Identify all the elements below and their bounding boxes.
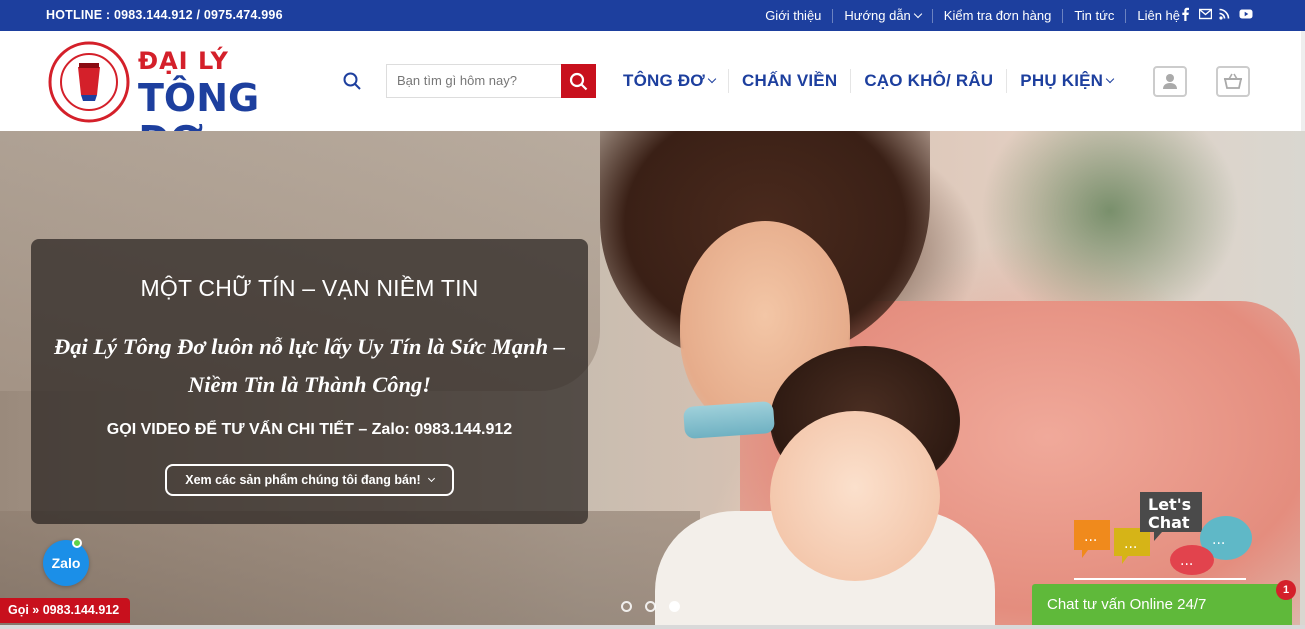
hero-title: MỘT CHỮ TÍN – VẠN NIỀM TIN [140,275,479,301]
logo-line1: ĐẠI LÝ [138,47,229,75]
email-icon[interactable] [1198,7,1213,21]
top-link-gioi-thieu[interactable]: Giới thiệu [754,8,832,23]
hero-photo-baby-face [770,411,940,581]
svg-text:...: ... [1212,532,1225,548]
hero-subtitle: Đại Lý Tông Đơ luôn nỗ lực lấy Uy Tín là… [54,334,565,397]
basket-icon [1223,73,1243,89]
top-link-kiem-tra[interactable]: Kiểm tra đơn hàng [931,8,1063,23]
top-link-huong-dan-label: Hướng dẫn [844,7,911,23]
top-links: Giới thiệu Hướng dẫn Kiểm tra đơn hàng T… [754,0,1191,31]
zalo-button[interactable]: Zalo [43,540,89,586]
nav-cao-kho-rau[interactable]: CẠO KHÔ/ RÂU [850,69,1006,93]
lets-chat-line1: Let's [1148,495,1191,514]
user-icon [1163,74,1177,89]
nav-phu-kien[interactable]: PHỤ KIỆN [1006,69,1126,93]
slider-dots [621,601,680,612]
chevron-down-icon [427,474,435,483]
svg-text:...: ... [1084,529,1097,545]
cart-button[interactable] [1216,66,1250,97]
chevron-down-icon [707,74,717,84]
top-link-tin-tuc[interactable]: Tin tức [1062,8,1125,23]
slider-dot-2[interactable] [645,601,656,612]
lets-chat-line2: Chat [1148,513,1190,532]
nav-chan-vien[interactable]: CHẤN VIỀN [728,69,850,93]
svg-text:...: ... [1124,536,1137,552]
logo-badge-icon [48,41,130,123]
main-nav: TÔNG ĐƠ CHẤN VIỀN CẠO KHÔ/ RÂU PHỤ KIỆN [610,69,1126,93]
hero-call-text: GỌI VIDEO ĐỂ TƯ VẤN CHI TIẾT – Zalo: 098… [106,421,513,438]
chevron-down-icon [1105,74,1115,84]
view-products-button[interactable]: Xem các sản phẩm chúng tôi đang bán! [165,464,454,496]
chevron-down-icon [913,9,923,18]
hero-overlay-box: MỘT CHỮ TÍN – VẠN NIỀM TIN Đại Lý Tông Đ… [31,239,588,524]
search-input[interactable]: Bạn tìm gì hôm nay? [386,64,562,98]
nav-tong-do-label: TÔNG ĐƠ [623,71,706,90]
social-icons [1179,7,1253,21]
top-bar: HOTLINE : 0983.144.912 / 0975.474.996 Gi… [0,0,1305,31]
hero-photo-clipper [682,400,776,440]
zalo-online-dot [72,538,82,548]
svg-text:...: ... [1180,553,1193,569]
lets-chat-bubbles-icon[interactable]: ... ... Let's Chat ... ... [1070,488,1260,584]
view-products-label: Xem các sản phẩm chúng tôi đang bán! [185,473,421,487]
youtube-icon[interactable] [1239,7,1253,21]
nav-tong-do[interactable]: TÔNG ĐƠ [610,69,728,93]
chat-online-button[interactable]: Chat tư vấn Online 24/7 [1032,584,1292,625]
call-bar[interactable]: Gọi » 0983.144.912 [0,598,130,623]
site-logo[interactable]: ĐẠI LÝ TÔNG ĐƠ [48,41,318,161]
nav-phu-kien-label: PHỤ KIỆN [1020,71,1104,90]
top-link-huong-dan[interactable]: Hướng dẫn [832,7,931,23]
facebook-icon[interactable] [1179,7,1191,21]
taskbar-strip [0,625,1305,629]
scrollbar[interactable] [1301,31,1305,131]
search-icon[interactable] [343,72,361,90]
chat-notification-badge: 1 [1276,580,1296,600]
slider-dot-1[interactable] [621,601,632,612]
search-icon [569,72,588,91]
search-button[interactable] [561,64,596,98]
hotline-text: HOTLINE : 0983.144.912 / 0975.474.996 [46,8,283,22]
account-button[interactable] [1153,66,1187,97]
site-header: ĐẠI LÝ TÔNG ĐƠ Bạn tìm gì hôm nay? TÔNG … [0,31,1305,161]
rss-icon[interactable] [1219,7,1231,21]
slider-dot-3[interactable] [669,601,680,612]
